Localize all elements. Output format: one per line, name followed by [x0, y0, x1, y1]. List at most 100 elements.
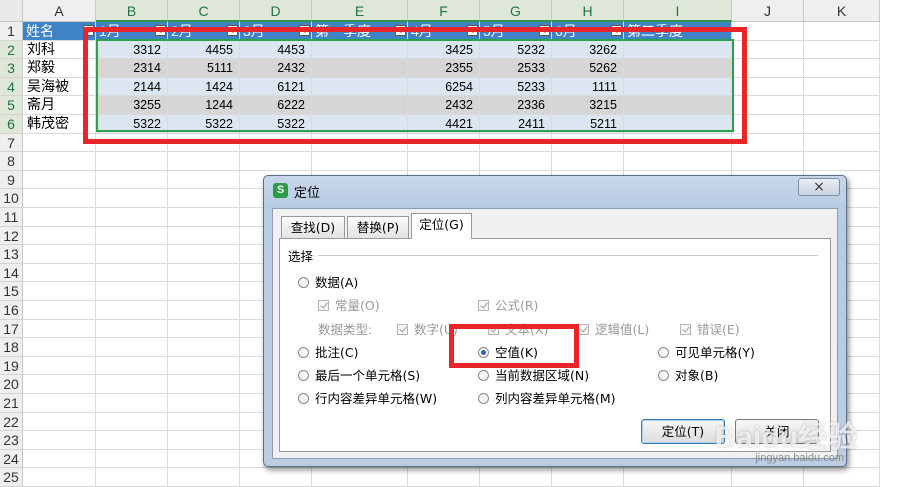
empty-cell[interactable] — [23, 152, 96, 171]
checkbox-icon[interactable] — [478, 300, 489, 311]
empty-cell[interactable] — [168, 449, 240, 469]
option-column-differences[interactable]: 列内容差异单元格(M) — [478, 388, 616, 407]
option-last-cell[interactable]: 最后一个单元格(S) — [298, 365, 420, 384]
empty-cell[interactable] — [96, 282, 168, 301]
column-header-j[interactable]: J — [732, 0, 804, 22]
empty-cell[interactable] — [23, 170, 96, 190]
empty-cell[interactable] — [96, 431, 168, 450]
row-header-1[interactable]: 1 — [0, 22, 23, 41]
empty-cell[interactable] — [168, 394, 240, 413]
row-header-21[interactable]: 21 — [0, 394, 23, 413]
empty-cell[interactable] — [168, 356, 240, 376]
empty-cell[interactable] — [96, 375, 168, 394]
empty-cell[interactable] — [96, 412, 168, 432]
checkbox-icon[interactable] — [318, 300, 329, 311]
row-header-24[interactable]: 24 — [0, 449, 23, 469]
empty-cell[interactable] — [23, 356, 96, 376]
empty-cell[interactable] — [168, 375, 240, 394]
row-header-12[interactable]: 12 — [0, 226, 23, 246]
empty-cell[interactable] — [168, 412, 240, 432]
empty-cell[interactable] — [23, 319, 96, 339]
empty-cell[interactable] — [96, 301, 168, 320]
empty-cell[interactable] — [804, 152, 880, 171]
row-header-19[interactable]: 19 — [0, 356, 23, 376]
row-header-2[interactable]: 2 — [0, 40, 23, 60]
row-header-7[interactable]: 7 — [0, 133, 23, 153]
row-header-6[interactable]: 6 — [0, 115, 23, 134]
option-formulas[interactable]: 公式(R) — [478, 295, 538, 314]
empty-cell[interactable] — [168, 468, 240, 487]
empty-cell[interactable] — [96, 208, 168, 227]
column-header-d[interactable]: D — [240, 0, 312, 22]
empty-cell[interactable] — [804, 96, 880, 115]
row-header-14[interactable]: 14 — [0, 263, 23, 283]
column-header-k[interactable]: K — [804, 0, 880, 22]
empty-cell[interactable] — [804, 468, 880, 487]
empty-cell[interactable] — [804, 133, 880, 153]
empty-cell[interactable] — [804, 115, 880, 134]
column-header-e[interactable]: E — [312, 0, 408, 22]
row-header-4[interactable]: 4 — [0, 77, 23, 97]
tab-replace[interactable]: 替换(P) — [347, 216, 409, 238]
empty-cell[interactable] — [96, 394, 168, 413]
row-header-22[interactable]: 22 — [0, 412, 23, 432]
empty-cell[interactable] — [168, 245, 240, 264]
empty-cell[interactable] — [96, 263, 168, 283]
empty-cell[interactable] — [168, 208, 240, 227]
empty-cell[interactable] — [624, 152, 732, 171]
row-header-13[interactable]: 13 — [0, 245, 23, 264]
empty-cell[interactable] — [804, 22, 880, 41]
tab-find[interactable]: 查找(D) — [281, 216, 345, 238]
row-header-11[interactable]: 11 — [0, 208, 23, 227]
row-header-20[interactable]: 20 — [0, 375, 23, 394]
empty-cell[interactable] — [240, 152, 312, 171]
row-header-15[interactable]: 15 — [0, 282, 23, 301]
empty-cell[interactable] — [624, 468, 732, 487]
row-header-3[interactable]: 3 — [0, 59, 23, 78]
empty-cell[interactable] — [23, 338, 96, 357]
empty-cell[interactable] — [168, 152, 240, 171]
radio-icon[interactable] — [478, 370, 489, 381]
option-objects[interactable]: 对象(B) — [658, 365, 718, 384]
empty-cell[interactable] — [408, 152, 480, 171]
empty-cell[interactable] — [240, 468, 312, 487]
empty-cell[interactable] — [96, 226, 168, 246]
radio-icon[interactable] — [478, 393, 489, 404]
empty-cell[interactable] — [804, 40, 880, 60]
empty-cell[interactable] — [96, 338, 168, 357]
tab-goto[interactable]: 定位(G) — [411, 213, 472, 239]
empty-cell[interactable] — [168, 431, 240, 450]
empty-cell[interactable] — [168, 189, 240, 208]
empty-cell[interactable] — [312, 152, 408, 171]
option-row-differences[interactable]: 行内容差异单元格(W) — [298, 388, 437, 407]
empty-cell[interactable] — [732, 152, 804, 171]
empty-cell[interactable] — [96, 468, 168, 487]
empty-cell[interactable] — [23, 449, 96, 469]
empty-cell[interactable] — [23, 394, 96, 413]
empty-cell[interactable] — [96, 170, 168, 190]
column-header-b[interactable]: B — [96, 0, 168, 22]
empty-cell[interactable] — [480, 468, 552, 487]
column-header-i[interactable]: I — [624, 0, 732, 22]
close-icon[interactable]: × — [798, 178, 840, 196]
empty-cell[interactable] — [96, 319, 168, 339]
empty-cell[interactable] — [23, 208, 96, 227]
empty-cell[interactable] — [732, 468, 804, 487]
empty-cell[interactable] — [23, 245, 96, 264]
empty-cell[interactable] — [552, 468, 624, 487]
empty-cell[interactable] — [23, 263, 96, 283]
radio-icon[interactable] — [298, 393, 309, 404]
empty-cell[interactable] — [96, 356, 168, 376]
row-header-17[interactable]: 17 — [0, 319, 23, 339]
empty-cell[interactable] — [23, 431, 96, 450]
empty-cell[interactable] — [804, 59, 880, 78]
checkbox-icon[interactable] — [578, 324, 589, 335]
empty-cell[interactable] — [96, 449, 168, 469]
select-all-corner[interactable] — [0, 0, 23, 22]
empty-cell[interactable] — [23, 226, 96, 246]
empty-cell[interactable] — [96, 245, 168, 264]
column-header-h[interactable]: H — [552, 0, 624, 22]
row-header-16[interactable]: 16 — [0, 301, 23, 320]
empty-cell[interactable] — [168, 282, 240, 301]
empty-cell[interactable] — [168, 263, 240, 283]
